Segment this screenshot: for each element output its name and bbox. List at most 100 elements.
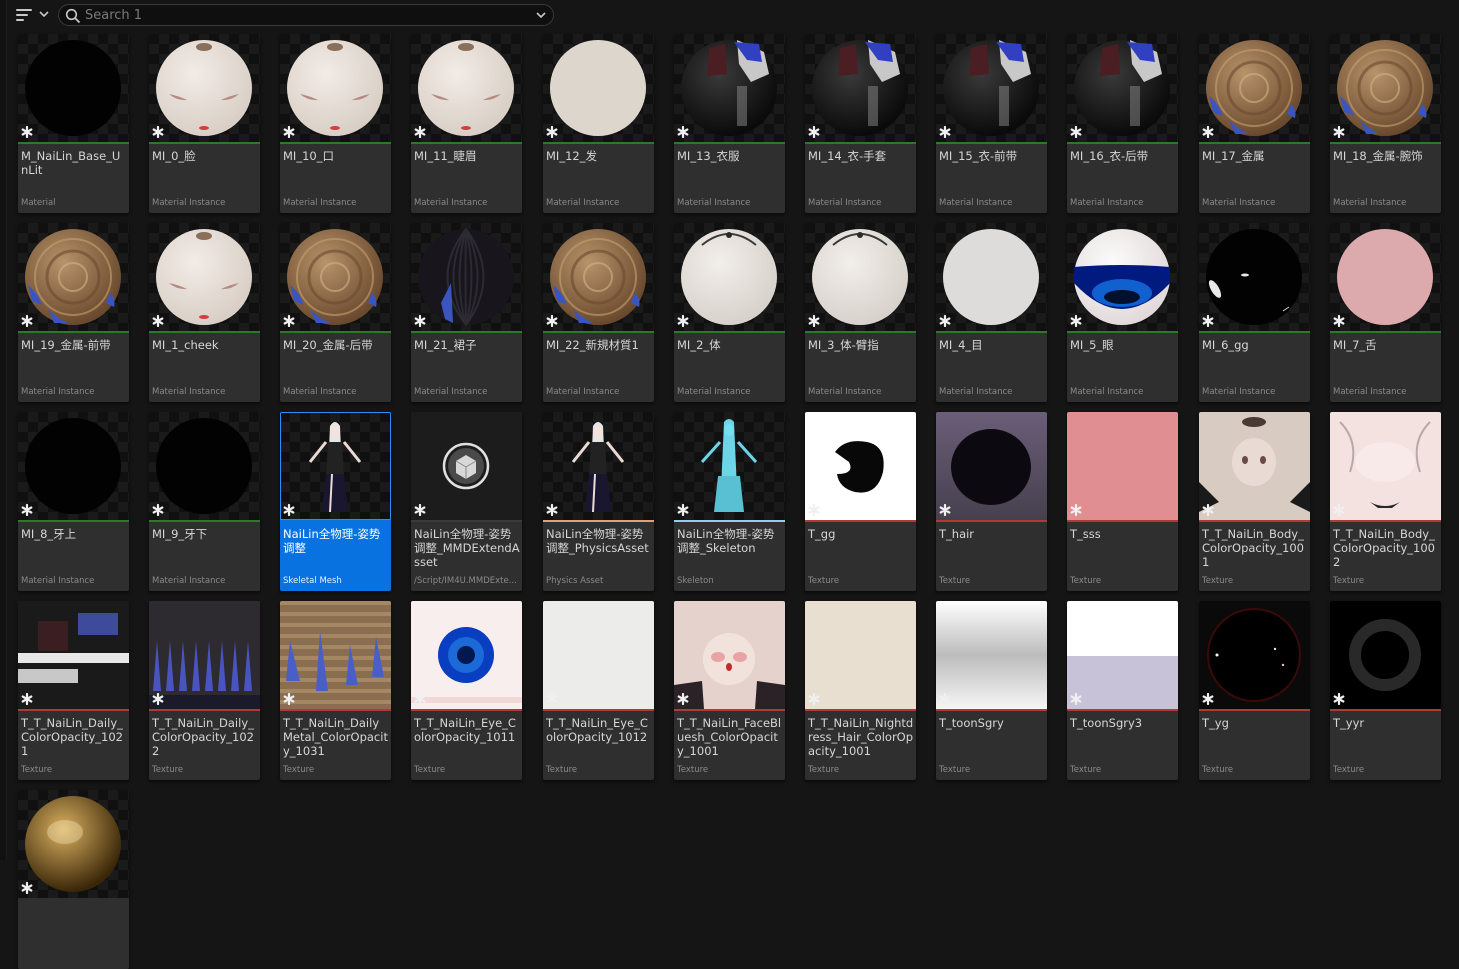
asset-thumbnail [280,412,391,520]
asset-tile[interactable]: MI_10_口 Material Instance [280,34,391,213]
asset-tile[interactable]: MI_1_cheek Material Instance [149,223,260,402]
asset-name: MI_4_目 [939,338,983,352]
asset-type-label: Material Instance [1333,198,1407,208]
asset-tile[interactable]: MI_2_体 Material Instance [674,223,785,402]
asset-tile[interactable]: NaiLin全物理-姿势调整_Skeleton Skeleton [674,412,785,591]
asset-tile[interactable]: MI_8_牙上 Material Instance [18,412,129,591]
asset-tile[interactable]: T_T_NaiLin_Daily_ColorOpacity_1021 Textur… [18,601,129,780]
asset-name: MI_19_金属-前带 [21,338,111,352]
asset-tile[interactable]: MI_18_金属-腕饰 Material Instance [1330,34,1441,213]
asset-tile[interactable]: MI_13_衣服 Material Instance [674,34,785,213]
asset-tile[interactable]: NaiLin全物理-姿势调整_MMDExtendAsset/Script/IM4… [411,412,522,591]
asset-tile[interactable]: T_gg Texture [805,412,916,591]
asset-name: T_yg [1202,716,1229,730]
asset-tile[interactable]: T_yg Texture [1199,601,1310,780]
asset-tile[interactable]: MI_19_金属-前带 Material Instance [18,223,129,402]
asset-tile[interactable]: MI_16_衣-后带 Material Instance [1067,34,1178,213]
asset-tile[interactable]: T_T_NaiLin_Daily_ColorOpacity_1022 Textur… [149,601,260,780]
unsaved-asterisk-icon [414,315,426,327]
asset-tile[interactable]: NaiLin全物理-姿势调整 Skeletal Mesh [280,412,391,591]
unsaved-asterisk-icon [1333,126,1345,138]
unsaved-asterisk-icon [546,693,558,705]
asset-tile[interactable]: T_T_NaiLin_Eye_ColorOpacity_1011 Texture [411,601,522,780]
asset-tile[interactable]: T_T_NaiLin_DailyMetal_ColorOpacity_1031 T… [280,601,391,780]
search-box[interactable] [58,4,554,26]
asset-type-label: Material Instance [1202,387,1276,397]
asset-tile[interactable]: MI_15_衣-前带 Material Instance [936,34,1047,213]
asset-type-color-bar [1199,331,1310,333]
asset-type-label: Texture [1202,765,1234,775]
asset-type-label: Material Instance [283,198,357,208]
asset-tile[interactable]: T_T_NaiLin_Body_ColorOpacity_1001 Texture [1199,412,1310,591]
asset-tile[interactable]: MI_12_发 Material Instance [543,34,654,213]
asset-name: MI_15_衣-前带 [939,149,1018,163]
asset-tile[interactable]: MI_4_目 Material Instance [936,223,1047,402]
asset-type-color-bar [936,520,1047,522]
asset-tile[interactable]: MI_0_脸 Material Instance [149,34,260,213]
asset-name: MI_1_cheek [152,338,219,352]
asset-thumbnail [1330,412,1441,520]
asset-type-label: Material Instance [939,387,1013,397]
search-input[interactable] [85,6,515,24]
asset-tile[interactable]: T_toonSgry3 Texture [1067,601,1178,780]
asset-name: MI_13_衣服 [677,149,740,163]
asset-name: T_T_NaiLin_Eye_ColorOpacity_1012 [546,716,648,744]
asset-type-label: Material Instance [808,387,882,397]
asset-tile[interactable]: M_NaiLin_Base_UnLit Material [18,34,129,213]
unsaved-asterisk-icon [1070,315,1082,327]
unsaved-asterisk-icon [414,126,426,138]
asset-tile[interactable]: T_T_NaiLin_Body_ColorOpacity_1002 Texture [1330,412,1441,591]
unsaved-asterisk-icon [21,504,33,516]
asset-name: T_T_NaiLin_Eye_ColorOpacity_1011 [414,716,516,744]
unsaved-asterisk-icon [414,693,426,705]
asset-type-label: Texture [1070,765,1102,775]
asset-tile[interactable]: MI_7_舌 Material Instance [1330,223,1441,402]
asset-name: MI_5_眼 [1070,338,1114,352]
asset-tile[interactable]: NaiLin全物理-姿势调整_PhysicsAsset Physics Asset [543,412,654,591]
asset-name: NaiLin全物理-姿势调整_Skeleton [677,527,775,555]
search-history-chevron-icon[interactable] [535,9,547,21]
unsaved-asterisk-icon [21,315,33,327]
asset-thumbnail [936,601,1047,709]
asset-name: T_T_NaiLin_Daily_ColorOpacity_1021 [21,716,123,758]
asset-thumbnail [18,412,129,520]
asset-type-label: Material Instance [283,387,357,397]
filter-button[interactable] [14,6,56,26]
asset-type-label: Texture [283,765,315,775]
asset-type-label: Physics Asset [546,576,604,586]
asset-tile[interactable]: T_yyr Texture [1330,601,1441,780]
asset-type-color-bar [411,331,522,333]
asset-type-color-bar [280,520,391,522]
asset-tile[interactable]: T_T_NaiLin_Nightdress_Hair_ColorOpacity_… [805,601,916,780]
asset-thumbnail [18,601,129,709]
filter-icon [16,8,32,22]
asset-type-label: Material Instance [152,198,226,208]
asset-type-label: /Script/IM4U.MMDExte... [414,576,517,586]
asset-tile[interactable]: MI_3_体-臂指 Material Instance [805,223,916,402]
asset-tile[interactable] [18,790,129,969]
asset-tile[interactable]: MI_11_睫眉 Material Instance [411,34,522,213]
asset-tile[interactable]: MI_14_衣-手套 Material Instance [805,34,916,213]
asset-tile[interactable]: T_hair Texture [936,412,1047,591]
asset-tile[interactable]: MI_20_金属-后带 Material Instance [280,223,391,402]
asset-tile[interactable]: T_T_NaiLin_FaceBluesh_ColorOpacity_1001 T… [674,601,785,780]
asset-tile[interactable]: MI_5_眼 Material Instance [1067,223,1178,402]
asset-tile[interactable]: MI_17_金属 Material Instance [1199,34,1310,213]
asset-thumbnail [280,223,391,331]
asset-tile[interactable]: T_sss Texture [1067,412,1178,591]
asset-type-label: Material Instance [546,198,620,208]
asset-tile[interactable]: T_T_NaiLin_Eye_ColorOpacity_1012 Texture [543,601,654,780]
unsaved-asterisk-icon [414,504,426,516]
asset-tile[interactable]: MI_21_裙子 Material Instance [411,223,522,402]
unsaved-asterisk-icon [1070,693,1082,705]
asset-tile[interactable]: T_toonSgry Texture [936,601,1047,780]
asset-thumbnail [18,223,129,331]
unsaved-asterisk-icon [939,126,951,138]
asset-thumbnail [1330,601,1441,709]
asset-type-color-bar [543,142,654,144]
asset-tile[interactable]: MI_6_gg Material Instance [1199,223,1310,402]
asset-type-label: Texture [546,765,578,775]
asset-tile[interactable]: MI_9_牙下 Material Instance [149,412,260,591]
asset-type-label: Material Instance [414,387,488,397]
asset-tile[interactable]: MI_22_新規材質1 Material Instance [543,223,654,402]
